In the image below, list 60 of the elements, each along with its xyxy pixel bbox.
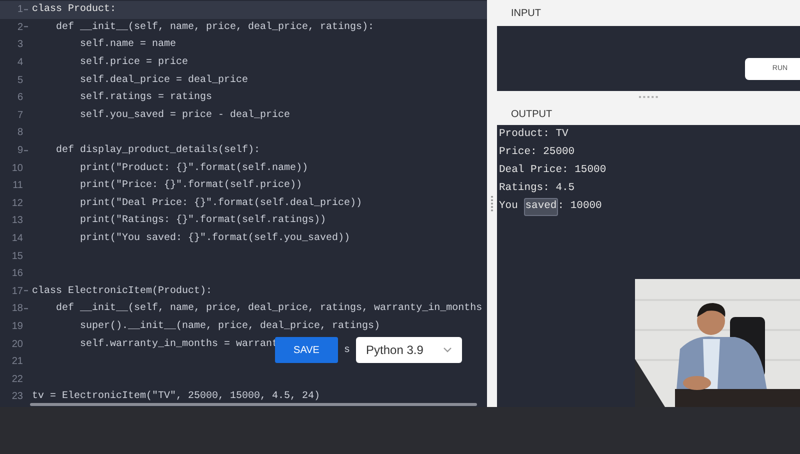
line-number: 14	[12, 232, 23, 246]
code-line: def __init__(self, name, price, deal_price, ratings, warranty_in_months	[55, 302, 482, 316]
line-number: 6	[17, 91, 23, 106]
line-number: 19	[12, 320, 23, 334]
code-line: self.name = name	[79, 38, 176, 52]
code-fragment: s	[344, 344, 350, 358]
resize-handle-icon[interactable]	[491, 196, 493, 212]
fold-icon[interactable]	[24, 150, 28, 152]
line-number: 13	[12, 214, 23, 228]
line-number: 7	[17, 108, 23, 123]
code-line: super().__init__(name, price, deal_price, ratings)	[79, 320, 380, 334]
code-line: print("Product: {}".format(self.name))	[79, 162, 308, 176]
line-number: 16	[12, 267, 23, 282]
line-number: 1	[17, 3, 23, 18]
horizontal-scrollbar[interactable]	[30, 403, 477, 406]
fold-icon[interactable]	[24, 290, 28, 292]
line-number: 5	[17, 74, 23, 88]
line-number: 20	[12, 338, 23, 352]
line-number: 12	[12, 196, 23, 211]
line-number: 4	[17, 56, 23, 70]
code-editor[interactable]	[0, 0, 487, 407]
fold-icon[interactable]	[24, 8, 28, 11]
code-line: print("Price: {}".format(self.price))	[79, 178, 302, 194]
resize-handle-icon[interactable]	[638, 96, 658, 98]
line-number: 9	[17, 144, 23, 158]
fold-icon[interactable]	[24, 308, 28, 310]
line-number: 23	[12, 390, 23, 404]
code-line: self.you_saved = price - deal_price	[79, 108, 290, 123]
output-label: OUTPUT	[511, 108, 552, 122]
save-button[interactable]: SAVE	[275, 337, 338, 363]
line-number: 15	[12, 250, 23, 264]
output-line: Ratings: 4.5	[499, 181, 576, 196]
code-line: print("Deal Price: {}".format(self.deal_price))	[79, 196, 362, 211]
code-line: def display_product_details(self):	[55, 144, 260, 158]
code-line: def __init__(self, name, price, deal_price, ratings):	[55, 20, 374, 35]
line-number: 11	[12, 179, 23, 194]
code-line: self.deal_price = deal_price	[79, 74, 248, 88]
line-number: 18	[12, 302, 23, 316]
output-line: Price: 25000	[499, 145, 576, 160]
input-label: INPUT	[511, 6, 541, 20]
output-line: Deal Price: 15000	[499, 163, 608, 178]
code-line: tv = ElectronicItem("TV", 25000, 15000, 4.5, 24)	[32, 390, 320, 404]
code-line: print("Ratings: {}".format(self.ratings))	[79, 214, 326, 228]
code-line: class ElectronicItem(Product):	[32, 284, 212, 299]
code-line: print("You saved: {}".format(self.you_saved))	[79, 232, 350, 246]
line-number: 10	[12, 162, 23, 176]
line-number: 8	[17, 126, 23, 140]
code-line: class Product:	[32, 2, 116, 18]
output-line: You saved: 10000	[499, 198, 800, 216]
output-line: Product: TV	[499, 127, 570, 142]
line-number: 3	[17, 38, 23, 52]
chevron-down-icon	[443, 347, 452, 353]
code-line: self.price = price	[79, 56, 188, 70]
fold-icon[interactable]	[24, 26, 28, 28]
code-line: self.ratings = ratings	[79, 90, 212, 106]
line-number: 17	[12, 284, 23, 299]
line-number: 21	[12, 355, 23, 370]
line-number: 2	[17, 20, 23, 35]
line-number: 22	[12, 372, 23, 387]
language-select[interactable]: Python 3.9	[356, 337, 462, 363]
